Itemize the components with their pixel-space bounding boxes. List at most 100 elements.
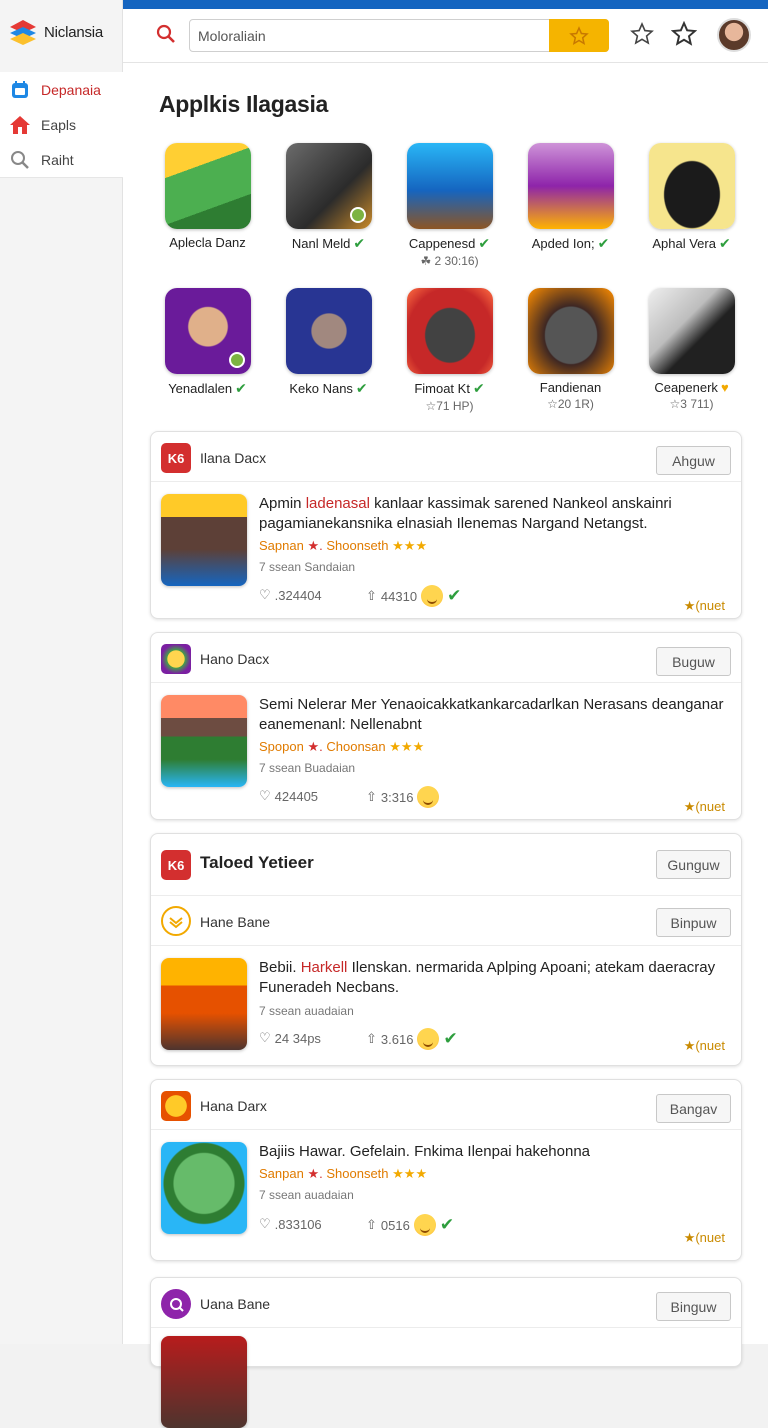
like-count[interactable]: ♡ .324404 <box>259 587 322 603</box>
source-logo <box>161 1289 191 1319</box>
feed-card[interactable]: Hano Dacx Buguw Semi Nelerar Mer Yenaoic… <box>150 632 742 820</box>
feed-card[interactable]: K6 Taloed Yetieer Gunguw Hane Bane Binpu… <box>150 833 742 1066</box>
app-name: Fandienan <box>539 380 602 395</box>
follow-button[interactable]: Bangav <box>656 1094 731 1123</box>
sidebar-item-depanaia[interactable]: Depanaia <box>0 72 123 107</box>
meta-author: Sapnan <box>259 538 304 553</box>
app-name: Cappenesd <box>408 236 476 251</box>
article-thumbnail[interactable] <box>161 695 247 787</box>
verified-check-icon: ✔ <box>597 235 610 251</box>
follow-button[interactable]: Gunguw <box>656 850 731 879</box>
feed-card[interactable]: K6 Ilana Dacx Ahguw Apmin ladenasal kanl… <box>150 431 742 619</box>
app-tile[interactable]: Fandienan ☆20 1R) <box>510 288 631 413</box>
search-input[interactable] <box>198 26 538 46</box>
feed-card[interactable]: Hana Darx Bangav Bajiis Hawar. Gefelain.… <box>150 1079 742 1261</box>
app-tile[interactable]: Aphal Vera ✔ <box>631 143 752 268</box>
smile-emoji-icon <box>417 1028 440 1050</box>
search-icon[interactable] <box>155 23 177 45</box>
article-age: 7 ssean auadaian <box>259 1004 354 1018</box>
sidebar-item-label: Depanaia <box>41 81 101 98</box>
heart-outline-icon: ♡ <box>259 788 271 803</box>
share-count[interactable]: ⇧ 3:316 <box>366 786 440 808</box>
app-name: Ceapenerk <box>654 380 718 395</box>
app-name: Aphal Vera <box>652 236 716 251</box>
app-tile[interactable]: Cappenesd ✔ ☘ 2 30:16) <box>389 143 510 268</box>
smile-emoji-icon <box>421 585 444 607</box>
article-thumbnail[interactable] <box>161 1142 247 1234</box>
app-tile[interactable]: Fimoat Kt ✔ ☆71 HP) <box>389 288 510 413</box>
sidebar-item-eapls[interactable]: Eapls <box>0 107 123 142</box>
follow-button[interactable]: Buguw <box>656 647 731 676</box>
source-name: Uana Bane <box>200 1296 271 1312</box>
app-icon <box>164 143 251 229</box>
follow-button[interactable]: Binpuw <box>656 908 731 937</box>
top-accent-bar <box>123 0 768 9</box>
app-tile[interactable]: Aplecla Danz <box>147 143 268 268</box>
follow-button[interactable]: Ahguw <box>656 446 731 475</box>
source-name: Taloed Yetieer <box>200 853 314 872</box>
calendar-icon <box>9 79 31 101</box>
share-count[interactable]: ⇧ 0516 ✔ <box>366 1214 454 1236</box>
like-value: .324404 <box>274 587 322 603</box>
share-count[interactable]: ⇧ 44310 ✔ <box>366 585 461 607</box>
article-headline[interactable]: Bajiis Hawar. Gefelain. Fnkima Ilenpai h… <box>259 1142 729 1162</box>
meta-publisher: Shoonseth <box>326 538 389 553</box>
share-value: 3:316 <box>380 789 414 805</box>
star-icon: ★. <box>307 1166 323 1181</box>
heart-outline-icon: ♡ <box>259 587 271 602</box>
meta-stars: ★★★ <box>389 739 425 754</box>
like-count[interactable]: ♡ 424405 <box>259 788 318 804</box>
article-headline[interactable]: Apmin ladenasal kanlaar kassimak sarened… <box>259 494 729 534</box>
like-value: 424405 <box>274 788 319 804</box>
bookmark-star-icon[interactable] <box>671 21 697 47</box>
smile-emoji-icon <box>417 786 440 808</box>
article-thumbnail[interactable] <box>161 1336 247 1428</box>
sidebar-item-raiht[interactable]: Raiht <box>0 142 123 177</box>
source-logo: K6 <box>161 850 191 880</box>
article-headline[interactable]: Bebii. Harkell Ilenskan. nermarida Aplpi… <box>259 958 729 998</box>
meta-publisher: Choonsan <box>326 739 386 754</box>
article-headline[interactable]: Semi Nelerar Mer Yenaoicakkatkankarcadar… <box>259 695 729 735</box>
verified-check-icon: ✔ <box>478 235 491 251</box>
app-icon <box>527 143 614 229</box>
app-icon <box>285 288 372 374</box>
meta-author: Sanpan <box>259 1166 304 1181</box>
share-count[interactable]: ⇧ 3.616 ✔ <box>366 1028 458 1050</box>
meta-stars: ★★★ <box>392 1166 428 1181</box>
app-logo[interactable]: Niclansia <box>8 18 103 46</box>
app-tile[interactable]: Yenadlalen ✔ <box>147 288 268 413</box>
app-tile[interactable]: Nanl Meld ✔ <box>268 143 389 268</box>
search-submit-button[interactable] <box>549 19 609 52</box>
feed-card[interactable]: Uana Bane Binguw <box>150 1277 742 1428</box>
app-name: Yenadlalen <box>168 381 233 396</box>
app-name: Fimoat Kt <box>414 381 470 396</box>
verified-check-icon: ✔ <box>353 235 366 251</box>
app-tile[interactable]: Ceapenerk ♥ ☆3 711) <box>631 288 752 413</box>
heart-outline-icon: ♡ <box>259 1216 271 1231</box>
app-meta: ☆3 711) <box>669 397 714 411</box>
article-thumbnail[interactable] <box>161 494 247 586</box>
heart-icon: ♥ <box>720 380 729 395</box>
verified-check-icon: ✔ <box>355 380 368 396</box>
article-age: 7 ssean auadaian <box>259 1188 354 1202</box>
app-tile[interactable]: Apded Ion; ✔ <box>510 143 631 268</box>
favorite-star-icon[interactable] <box>629 21 655 47</box>
like-count[interactable]: ♡ .833106 <box>259 1216 322 1232</box>
app-meta: ☆20 1R) <box>547 397 594 411</box>
source-name: Ilana Dacx <box>200 450 267 466</box>
verified-check-icon: ✔ <box>235 380 247 396</box>
like-value: .833106 <box>274 1216 322 1232</box>
app-tile[interactable]: Keko Nans ✔ <box>268 288 389 413</box>
rating-badge: ★(nuet <box>683 1038 725 1053</box>
like-count[interactable]: ♡ 24 34ps <box>259 1030 321 1046</box>
app-name: Apded Ion; <box>531 236 595 251</box>
meta-author: Spopon <box>259 739 304 754</box>
article-age: 7 ssean Buadaian <box>259 761 356 775</box>
follow-button[interactable]: Binguw <box>656 1292 731 1321</box>
search-box <box>189 19 609 52</box>
article-thumbnail[interactable] <box>161 958 247 1050</box>
user-avatar[interactable] <box>717 18 751 52</box>
thumb-up-icon: ⇧ <box>366 1217 377 1232</box>
app-grid: Aplecla Danz Nanl Meld ✔ Cappenesd ✔ ☘ 2 3… <box>147 143 752 413</box>
check-icon: ✔ <box>439 1215 455 1234</box>
